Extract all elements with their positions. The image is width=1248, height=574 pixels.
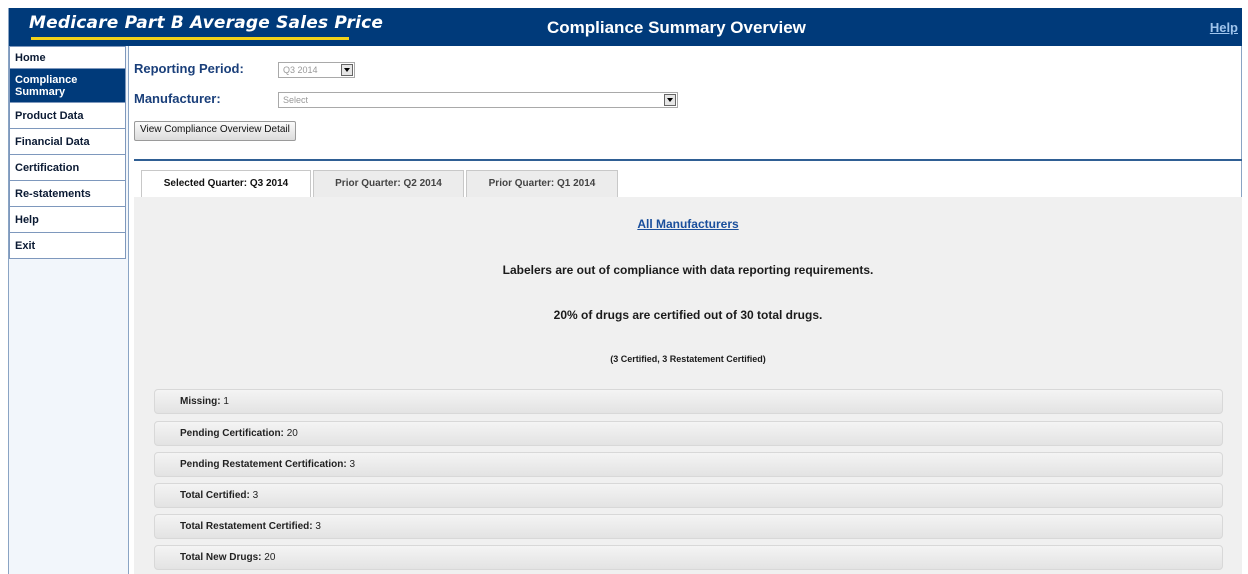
row-value: 1 bbox=[223, 396, 229, 407]
summary-row-missing[interactable]: Missing: 1 bbox=[154, 389, 1223, 414]
sidebar-item-certification[interactable]: Certification bbox=[9, 155, 126, 181]
manufacturer-value: Select bbox=[283, 95, 309, 105]
chevron-down-icon bbox=[341, 64, 353, 76]
chevron-down-icon bbox=[664, 94, 676, 106]
row-label: Total Restatement Certified: bbox=[180, 521, 313, 532]
header-bar: Medicare Part B Average Sales Price Comp… bbox=[9, 8, 1242, 46]
sidebar-item-restatements[interactable]: Re-statements bbox=[9, 181, 126, 207]
reporting-period-value: Q3 2014 bbox=[283, 65, 318, 75]
row-value: 20 bbox=[286, 428, 298, 439]
view-compliance-detail-button[interactable]: View Compliance Overview Detail bbox=[134, 121, 296, 141]
summary-panel: All Manufacturers Labelers are out of co… bbox=[134, 197, 1242, 574]
row-label: Missing: bbox=[180, 396, 221, 407]
manufacturer-label: Manufacturer: bbox=[134, 91, 221, 106]
row-label: Pending Certification: bbox=[180, 428, 284, 439]
compliance-message: Labelers are out of compliance with data… bbox=[502, 263, 874, 277]
help-link[interactable]: Help bbox=[1210, 20, 1238, 35]
app-brand: Medicare Part B Average Sales Price bbox=[29, 13, 384, 33]
summary-row-total-certified[interactable]: Total Certified: 3 bbox=[154, 483, 1223, 508]
tab-selected-quarter[interactable]: Selected Quarter: Q3 2014 bbox=[141, 170, 311, 198]
sidebar-item-financial-data[interactable]: Financial Data bbox=[9, 129, 126, 155]
summary-row-total-restatement-certified[interactable]: Total Restatement Certified: 3 bbox=[154, 514, 1223, 539]
manufacturer-select[interactable]: Select bbox=[278, 92, 678, 108]
sidebar-item-exit[interactable]: Exit bbox=[9, 233, 126, 259]
section-divider bbox=[134, 159, 1242, 161]
reporting-period-select[interactable]: Q3 2014 bbox=[278, 62, 355, 78]
sidebar-item-help[interactable]: Help bbox=[9, 207, 126, 233]
tab-prior-quarter-q2[interactable]: Prior Quarter: Q2 2014 bbox=[313, 170, 464, 197]
sidebar-item-product-data[interactable]: Product Data bbox=[9, 103, 126, 129]
all-manufacturers-link[interactable]: All Manufacturers bbox=[134, 217, 1242, 231]
tab-prior-quarter-q1[interactable]: Prior Quarter: Q1 2014 bbox=[466, 170, 618, 197]
row-value: 3 bbox=[252, 490, 259, 501]
page-title: Compliance Summary Overview bbox=[547, 18, 806, 37]
row-value: 3 bbox=[315, 521, 321, 532]
row-value: 3 bbox=[349, 459, 356, 470]
summary-row-pending-restatement[interactable]: Pending Restatement Certification: 3 bbox=[154, 452, 1223, 477]
row-label: Total New Drugs: bbox=[180, 552, 262, 563]
certified-detail: (3 Certified, 3 Restatement Certified) bbox=[610, 354, 766, 364]
summary-row-pending-certification[interactable]: Pending Certification: 20 bbox=[154, 421, 1223, 446]
summary-row-total-new-drugs[interactable]: Total New Drugs: 20 bbox=[154, 545, 1223, 570]
row-label: Total Certified: bbox=[180, 490, 250, 501]
brand-underline bbox=[31, 37, 349, 40]
row-value: 20 bbox=[264, 552, 276, 563]
certified-message: 20% of drugs are certified out of 30 tot… bbox=[553, 308, 823, 322]
reporting-period-label: Reporting Period: bbox=[134, 61, 244, 76]
sidebar-item-home[interactable]: Home bbox=[9, 46, 126, 69]
row-label: Pending Restatement Certification: bbox=[180, 459, 347, 470]
sidebar-item-compliance-summary[interactable]: Compliance Summary bbox=[9, 69, 126, 103]
sidebar: Home Compliance Summary Product Data Fin… bbox=[9, 46, 129, 574]
